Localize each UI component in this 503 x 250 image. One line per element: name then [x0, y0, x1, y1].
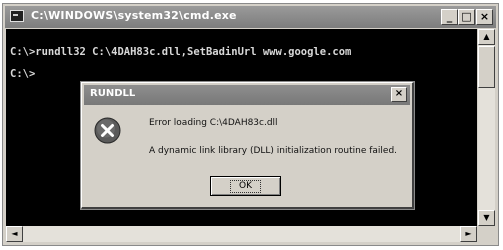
- vertical-scroll-thumb[interactable]: [478, 46, 495, 88]
- ok-button[interactable]: OK: [210, 176, 281, 196]
- close-button[interactable]: ×: [476, 9, 493, 25]
- ok-button-label: OK: [230, 180, 261, 193]
- minimize-button[interactable]: _: [441, 9, 458, 25]
- scroll-down-icon[interactable]: ▼: [478, 210, 495, 226]
- console-title: C:\WINDOWS\system32\cmd.exe: [31, 9, 237, 22]
- scroll-up-icon[interactable]: ▲: [478, 29, 495, 45]
- scrollbar-corner: [478, 226, 495, 242]
- scroll-right-icon[interactable]: ►: [460, 226, 477, 242]
- vertical-scrollbar[interactable]: ▲ ▼: [478, 29, 495, 226]
- error-message-detail: A dynamic link library (DLL) initializat…: [149, 146, 398, 156]
- error-message-title: Error loading C:\4DAH83c.dll: [149, 118, 278, 128]
- dialog-title: RUNDLL: [90, 88, 136, 99]
- console-titlebar[interactable]: C:\WINDOWS\system32\cmd.exe _ □ ×: [5, 6, 496, 28]
- error-icon: [94, 117, 121, 144]
- scroll-left-icon[interactable]: ◄: [6, 226, 23, 242]
- maximize-button[interactable]: □: [458, 9, 475, 25]
- dialog-close-button[interactable]: ×: [391, 87, 407, 102]
- dialog-titlebar[interactable]: RUNDLL ×: [84, 85, 410, 105]
- error-dialog: RUNDLL × Error loading C:\4DAH83c.dll A …: [81, 82, 414, 209]
- horizontal-scrollbar[interactable]: ◄ ►: [6, 226, 477, 242]
- console-command-line: C:\>rundll32 C:\4DAH83c.dll,SetBadinUrl …: [10, 46, 352, 58]
- console-prompt-line: C:\>: [10, 68, 36, 80]
- console-app-icon[interactable]: [10, 10, 24, 22]
